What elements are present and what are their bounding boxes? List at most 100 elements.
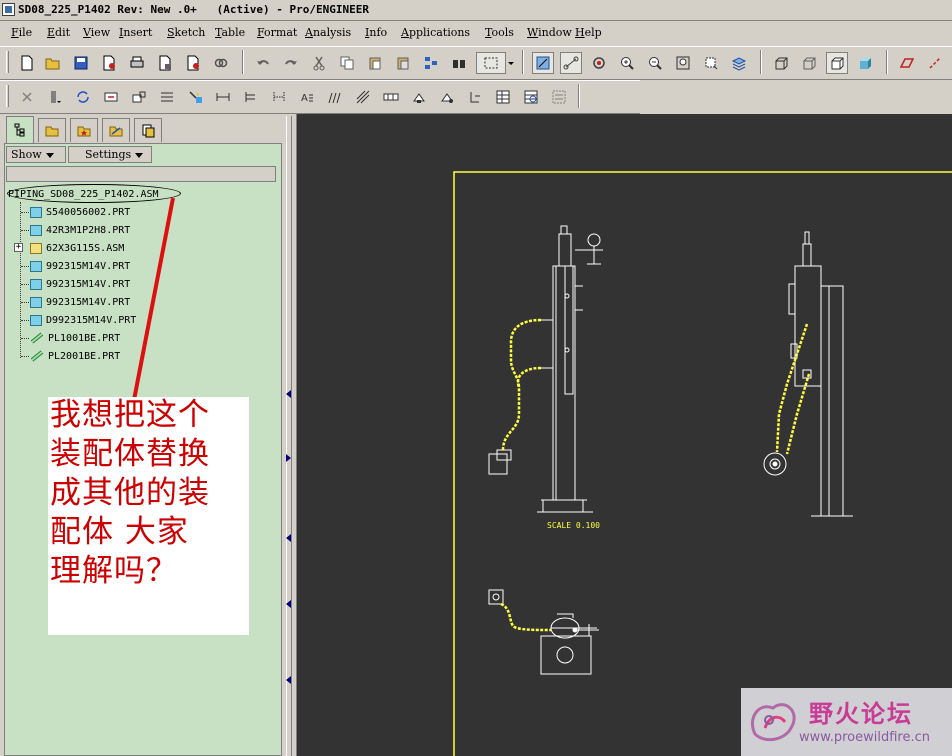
toolbar-separator <box>522 50 524 74</box>
repeat-region-button[interactable] <box>548 86 570 108</box>
paste-button[interactable] <box>364 52 386 74</box>
zoom-in-button[interactable] <box>616 52 638 74</box>
scissors-icon <box>313 56 325 71</box>
expand-arrow-icon[interactable] <box>286 454 291 462</box>
annotation-line: 我想把这个 <box>50 397 210 433</box>
watermark-name: 野火论坛 <box>809 700 913 728</box>
collapse-arrow-icon[interactable] <box>286 600 291 608</box>
hidden-line-button[interactable] <box>798 52 820 74</box>
wireframe-icon <box>775 57 788 70</box>
toolbar-empty-area <box>640 80 952 113</box>
datum-axes-icon <box>929 57 941 69</box>
refit-icon <box>676 56 690 70</box>
menu-tools[interactable]: Tools <box>485 26 514 39</box>
surface-finish-icon <box>328 92 341 104</box>
geometric-tolerance-button[interactable] <box>380 86 402 108</box>
collapse-arrow-icon[interactable] <box>286 676 291 684</box>
collapse-arrow-icon[interactable] <box>286 390 291 398</box>
scale-label: SCALE 0.100 <box>547 521 600 530</box>
zoom-out-button[interactable] <box>644 52 666 74</box>
paste-icon <box>369 57 381 70</box>
binoculars-icon <box>453 60 465 68</box>
svg-text:A: A <box>301 93 308 104</box>
datum-target-button[interactable] <box>408 86 430 108</box>
balloon-button[interactable] <box>464 86 486 108</box>
update-table-button[interactable] <box>520 86 542 108</box>
find-button[interactable] <box>448 52 470 74</box>
table-icon <box>496 90 510 104</box>
no-hidden-button[interactable] <box>826 52 848 74</box>
datum-axes-button[interactable] <box>924 52 946 74</box>
select-dropdown-button[interactable] <box>506 52 516 74</box>
watermark-logo-icon <box>750 703 796 742</box>
reorient-button[interactable] <box>700 52 722 74</box>
reorient-icon <box>705 57 718 70</box>
paste-special-icon <box>397 57 409 70</box>
hidden-line-icon <box>803 57 816 70</box>
top-view <box>488 589 599 675</box>
sheet-border <box>453 171 952 756</box>
no-hidden-icon <box>831 57 844 70</box>
zoom-in-icon <box>621 57 634 70</box>
front-view <box>488 225 603 513</box>
cut-button[interactable] <box>308 52 330 74</box>
collapse-arrow-icon[interactable] <box>286 534 291 542</box>
toolbar-separator <box>886 50 888 74</box>
annotation-line: 成其他的装 <box>50 475 210 511</box>
regenerate-button[interactable] <box>420 52 442 74</box>
shading-button[interactable] <box>854 52 876 74</box>
annotation-note: 我想把这个 装配体替换 成其他的装 配体 大家 理解吗？ <box>48 397 249 635</box>
surface-finish-button[interactable] <box>324 86 346 108</box>
draw-grid-icon <box>536 56 550 70</box>
datum-points-button[interactable] <box>560 52 582 74</box>
menu-info[interactable]: Info <box>365 26 387 39</box>
datum-planes-button[interactable] <box>896 52 918 74</box>
annotation-arrow <box>132 197 175 401</box>
drawing-canvas: SCALE 0.100 <box>453 171 952 756</box>
note-icon: A <box>301 93 313 104</box>
geometric-tolerance-icon <box>383 93 399 101</box>
repaint-icon <box>593 57 605 69</box>
menu-help[interactable]: Help <box>575 26 602 39</box>
annotation-line: 配体 大家 <box>50 514 189 550</box>
shading-icon <box>860 58 871 69</box>
datum-points-icon <box>563 56 579 70</box>
refit-button[interactable] <box>672 52 694 74</box>
copy-icon <box>340 56 354 70</box>
front-view-pipe <box>501 318 542 451</box>
dropdown-arrow-icon <box>508 62 514 65</box>
datum-planes-icon <box>899 58 915 68</box>
annotation-line: 理解吗？ <box>50 553 178 589</box>
insert-table-button[interactable] <box>492 86 514 108</box>
graphics-window[interactable]: SCALE 0.100 <box>296 114 952 756</box>
datum-target-icon <box>413 93 425 103</box>
copy-button[interactable] <box>336 52 358 74</box>
top-view-pipe <box>500 602 552 632</box>
paste-special-button[interactable] <box>392 52 414 74</box>
annotation-line: 装配体替换 <box>50 436 210 472</box>
hatch-button[interactable] <box>352 86 374 108</box>
watermark-url: www.proewildfire.cn <box>799 730 930 745</box>
toolbar-separator <box>760 50 762 74</box>
site-watermark: 野火论坛 www.proewildfire.cn <box>741 688 952 756</box>
menu-applications[interactable]: Applications <box>401 26 470 39</box>
layers-icon <box>731 57 747 71</box>
selection-box-icon <box>484 57 498 69</box>
select-box-button[interactable] <box>476 52 506 74</box>
splitter-bar <box>286 116 292 756</box>
menu-analysis[interactable]: Analysis <box>305 26 351 39</box>
note-button[interactable]: A <box>296 86 318 108</box>
update-table-icon <box>524 90 538 104</box>
panel-splitter[interactable] <box>282 114 296 756</box>
regenerate-icon <box>425 57 437 69</box>
hatch-icon <box>356 90 370 104</box>
zoom-out-icon <box>649 57 662 70</box>
wireframe-button[interactable] <box>770 52 792 74</box>
layers-button[interactable] <box>728 52 750 74</box>
toggle-grid-button[interactable] <box>532 52 554 74</box>
balloon-icon <box>470 92 480 103</box>
datum-feature-button[interactable] <box>436 86 458 108</box>
menu-window[interactable]: Window <box>527 26 572 39</box>
toolbar-separator <box>578 84 580 108</box>
repaint-button[interactable] <box>588 52 610 74</box>
